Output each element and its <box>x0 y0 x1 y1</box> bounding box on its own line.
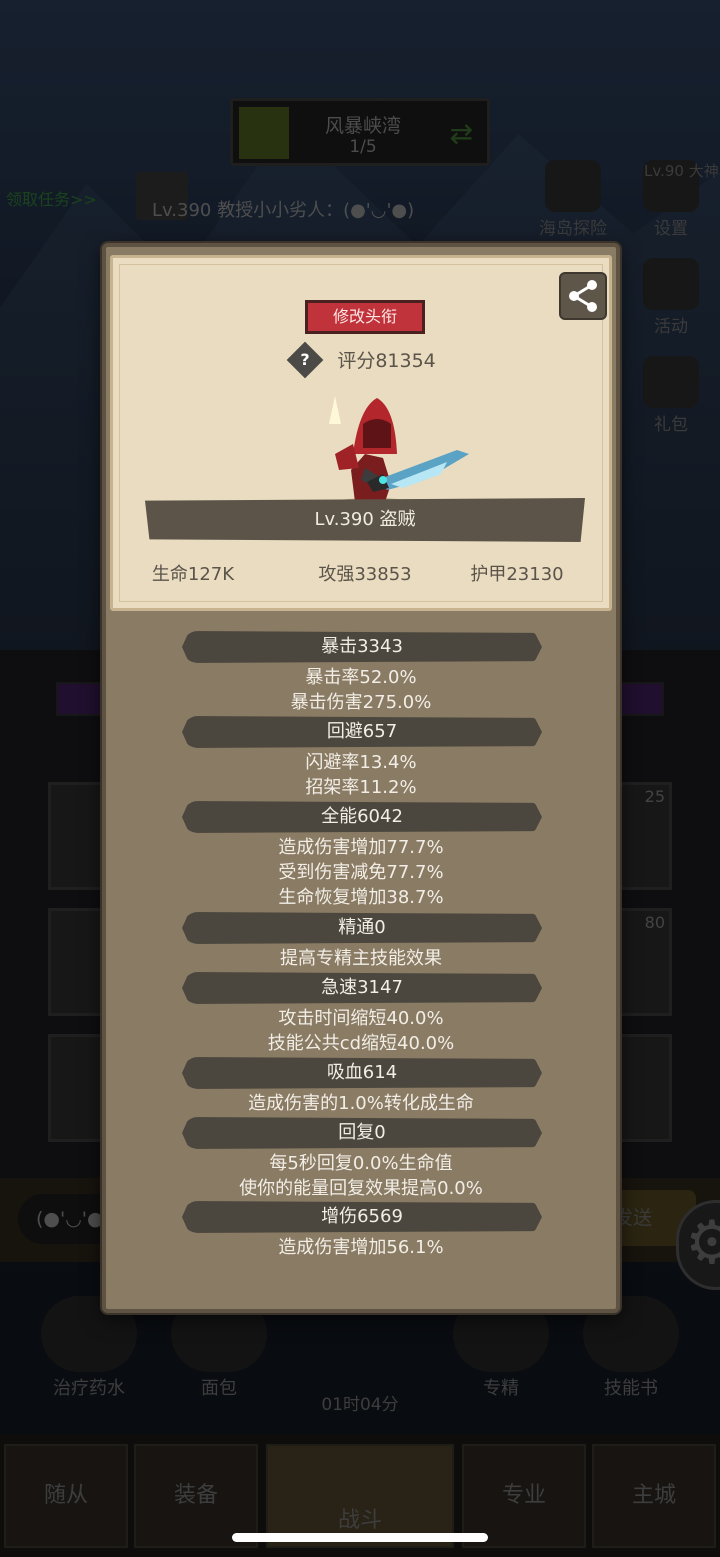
rogue-character-avatar <box>329 396 469 510</box>
stat-header-avoidance: 回避657 <box>182 716 542 748</box>
share-button[interactable] <box>559 272 607 320</box>
share-icon <box>569 280 597 312</box>
stat-header-mastery: 精通0 <box>182 912 542 944</box>
stat-detail: 每5秒回复0.0%生命值 <box>269 1153 453 1174</box>
stat-detail: 闪避率13.4% <box>305 752 417 773</box>
stat-header-damage-bonus: 增伤6569 <box>182 1201 542 1233</box>
stat-header-versatility: 全能6042 <box>182 801 542 833</box>
home-indicator[interactable] <box>232 1533 488 1542</box>
stat-hp: 生命127K <box>151 564 235 585</box>
character-profile-card: 修改头衔 ? 评分81354 Lv.390 盗贼 生命127K 攻强33853 … <box>110 255 612 611</box>
score-row: ? 评分81354 <box>113 341 615 378</box>
stat-detail: 暴击伤害275.0% <box>290 692 432 713</box>
stat-detail: 受到伤害减免77.7% <box>278 862 444 883</box>
stat-detail: 招架率11.2% <box>305 777 417 798</box>
stat-detail: 提高专精主技能效果 <box>280 948 442 969</box>
level-class-banner: Lv.390 盗贼 <box>145 498 585 542</box>
edit-title-button[interactable]: 修改头衔 <box>305 300 425 334</box>
question-icon[interactable]: ? <box>286 341 324 378</box>
score-value: 评分81354 <box>337 350 436 372</box>
character-stats-panel: 修改头衔 ? 评分81354 Lv.390 盗贼 生命127K 攻强33853 … <box>102 243 620 1313</box>
stat-detail: 使你的能量回复效果提高0.0% <box>239 1178 483 1199</box>
stat-attack-power: 攻强33853 <box>318 564 412 585</box>
stat-header-leech: 吸血614 <box>182 1057 542 1089</box>
stat-header-haste: 急速3147 <box>182 972 542 1004</box>
stat-detail: 生命恢复增加38.7% <box>278 887 444 908</box>
base-stats-row: 生命127K 攻强33853 护甲23130 <box>113 560 615 590</box>
stat-detail: 造成伤害增加77.7% <box>278 837 444 858</box>
stat-detail: 造成伤害的1.0%转化成生命 <box>248 1093 474 1114</box>
stat-detail: 暴击率52.0% <box>305 667 417 688</box>
stat-detail: 攻击时间缩短40.0% <box>278 1008 444 1029</box>
stat-header-regen: 回复0 <box>182 1117 542 1149</box>
stat-header-crit: 暴击3343 <box>182 631 542 663</box>
stat-armor: 护甲23130 <box>470 564 564 585</box>
stat-detail: 技能公共cd缩短40.0% <box>267 1033 455 1054</box>
stat-detail: 造成伤害增加56.1% <box>278 1237 444 1258</box>
